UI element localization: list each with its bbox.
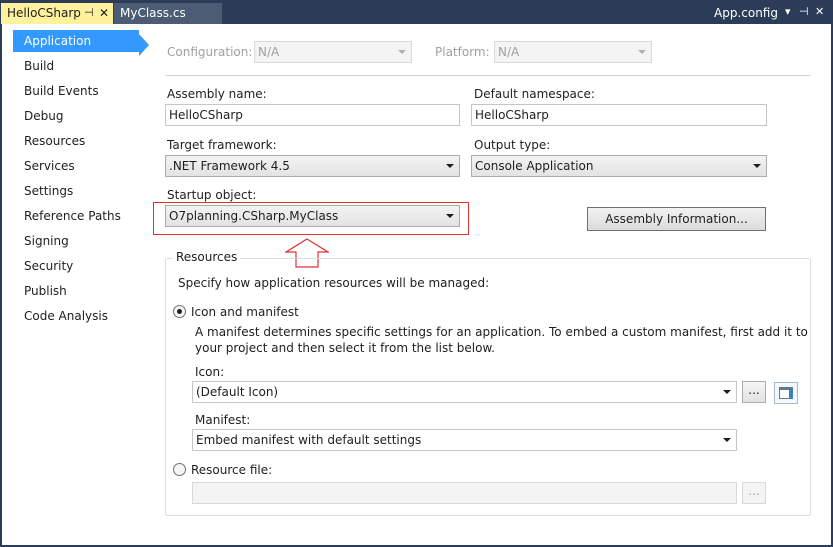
target-framework-dropdown[interactable]: .NET Framework 4.5	[165, 155, 460, 177]
tab-label: HelloCSharp	[7, 6, 81, 20]
properties-nav: Application Build Build Events Debug Res…	[2, 24, 152, 545]
manifest-label: Manifest:	[195, 413, 251, 427]
chevron-down-icon	[723, 390, 731, 394]
assembly-information-button[interactable]: Assembly Information...	[587, 207, 766, 231]
resources-group-title: Resources	[173, 250, 241, 265]
pin-icon[interactable]: ⊣	[84, 3, 94, 23]
nav-item-application[interactable]: Application	[13, 30, 139, 52]
manifest-description-line-2: your project and then select it from the…	[195, 341, 495, 355]
configuration-label: Configuration:	[167, 45, 253, 59]
chevron-down-icon	[638, 50, 646, 54]
resources-description: Specify how application resources will b…	[178, 276, 490, 290]
icon-browse-button[interactable]: ...	[742, 381, 766, 403]
nav-item-build[interactable]: Build	[24, 55, 54, 77]
chevron-down-icon	[398, 50, 406, 54]
platform-value: N/A	[498, 45, 520, 59]
tab-myclass-cs[interactable]: MyClass.cs	[114, 3, 222, 24]
nav-item-signing[interactable]: Signing	[24, 230, 69, 252]
close-icon[interactable]: ✕	[815, 4, 824, 20]
tab-app-config[interactable]: App.config	[708, 3, 782, 24]
chevron-down-icon	[753, 164, 761, 168]
default-namespace-input[interactable]: HelloCSharp	[471, 104, 767, 126]
target-framework-label: Target framework:	[167, 138, 277, 152]
chevron-down-icon	[723, 438, 731, 442]
output-type-dropdown[interactable]: Console Application	[471, 155, 767, 177]
tab-hellocsharp[interactable]: HelloCSharp ⊣ ✕	[1, 3, 113, 24]
resource-file-label: Resource file:	[191, 463, 273, 477]
configuration-dropdown[interactable]: N/A	[254, 41, 412, 63]
nav-item-code-analysis[interactable]: Code Analysis	[24, 305, 108, 327]
startup-object-label: Startup object:	[167, 188, 257, 202]
nav-item-debug[interactable]: Debug	[24, 105, 63, 127]
output-type-label: Output type:	[474, 138, 551, 152]
annotation-highlight-box	[153, 202, 469, 235]
icon-dropdown[interactable]: (Default Icon)	[192, 381, 737, 403]
nav-item-reference-paths[interactable]: Reference Paths	[24, 205, 121, 227]
target-framework-value: .NET Framework 4.5	[169, 159, 290, 173]
default-namespace-label: Default namespace:	[474, 87, 595, 101]
chevron-down-icon	[446, 164, 454, 168]
pin-icon[interactable]: ⊣	[799, 4, 809, 20]
icon-value: (Default Icon)	[196, 385, 279, 399]
nav-item-services[interactable]: Services	[24, 155, 75, 177]
icon-preview-icon	[774, 382, 798, 404]
nav-item-build-events[interactable]: Build Events	[24, 80, 99, 102]
nav-item-publish[interactable]: Publish	[24, 280, 67, 302]
resource-file-radio[interactable]	[173, 463, 186, 476]
manifest-value: Embed manifest with default settings	[196, 433, 422, 447]
icon-label: Icon:	[195, 365, 225, 379]
dropdown-icon[interactable]: ▾	[785, 4, 791, 20]
manifest-description-line-1: A manifest determines specific settings …	[195, 325, 808, 339]
assembly-name-input[interactable]: HelloCSharp	[165, 104, 460, 126]
resource-file-input[interactable]	[192, 482, 737, 504]
icon-and-manifest-label: Icon and manifest	[191, 305, 299, 319]
resource-file-browse-button[interactable]: ...	[742, 482, 766, 504]
nav-item-settings[interactable]: Settings	[24, 180, 73, 202]
assembly-name-label: Assembly name:	[167, 87, 267, 101]
configuration-value: N/A	[258, 45, 280, 59]
tab-label: App.config	[714, 6, 778, 20]
tab-label: MyClass.cs	[120, 6, 186, 20]
divider	[165, 75, 811, 76]
platform-label: Platform:	[435, 45, 490, 59]
document-tab-strip: HelloCSharp ⊣ ✕ MyClass.cs App.config ▾ …	[0, 0, 833, 24]
close-icon[interactable]: ✕	[99, 3, 109, 23]
selection-arrow	[139, 34, 149, 56]
platform-dropdown[interactable]: N/A	[494, 41, 652, 63]
nav-item-security[interactable]: Security	[24, 255, 73, 277]
output-type-value: Console Application	[475, 159, 594, 173]
manifest-dropdown[interactable]: Embed manifest with default settings	[192, 429, 737, 451]
project-properties-page: Application Build Build Events Debug Res…	[2, 24, 831, 545]
nav-item-resources[interactable]: Resources	[24, 130, 85, 152]
icon-and-manifest-radio[interactable]	[173, 305, 186, 318]
